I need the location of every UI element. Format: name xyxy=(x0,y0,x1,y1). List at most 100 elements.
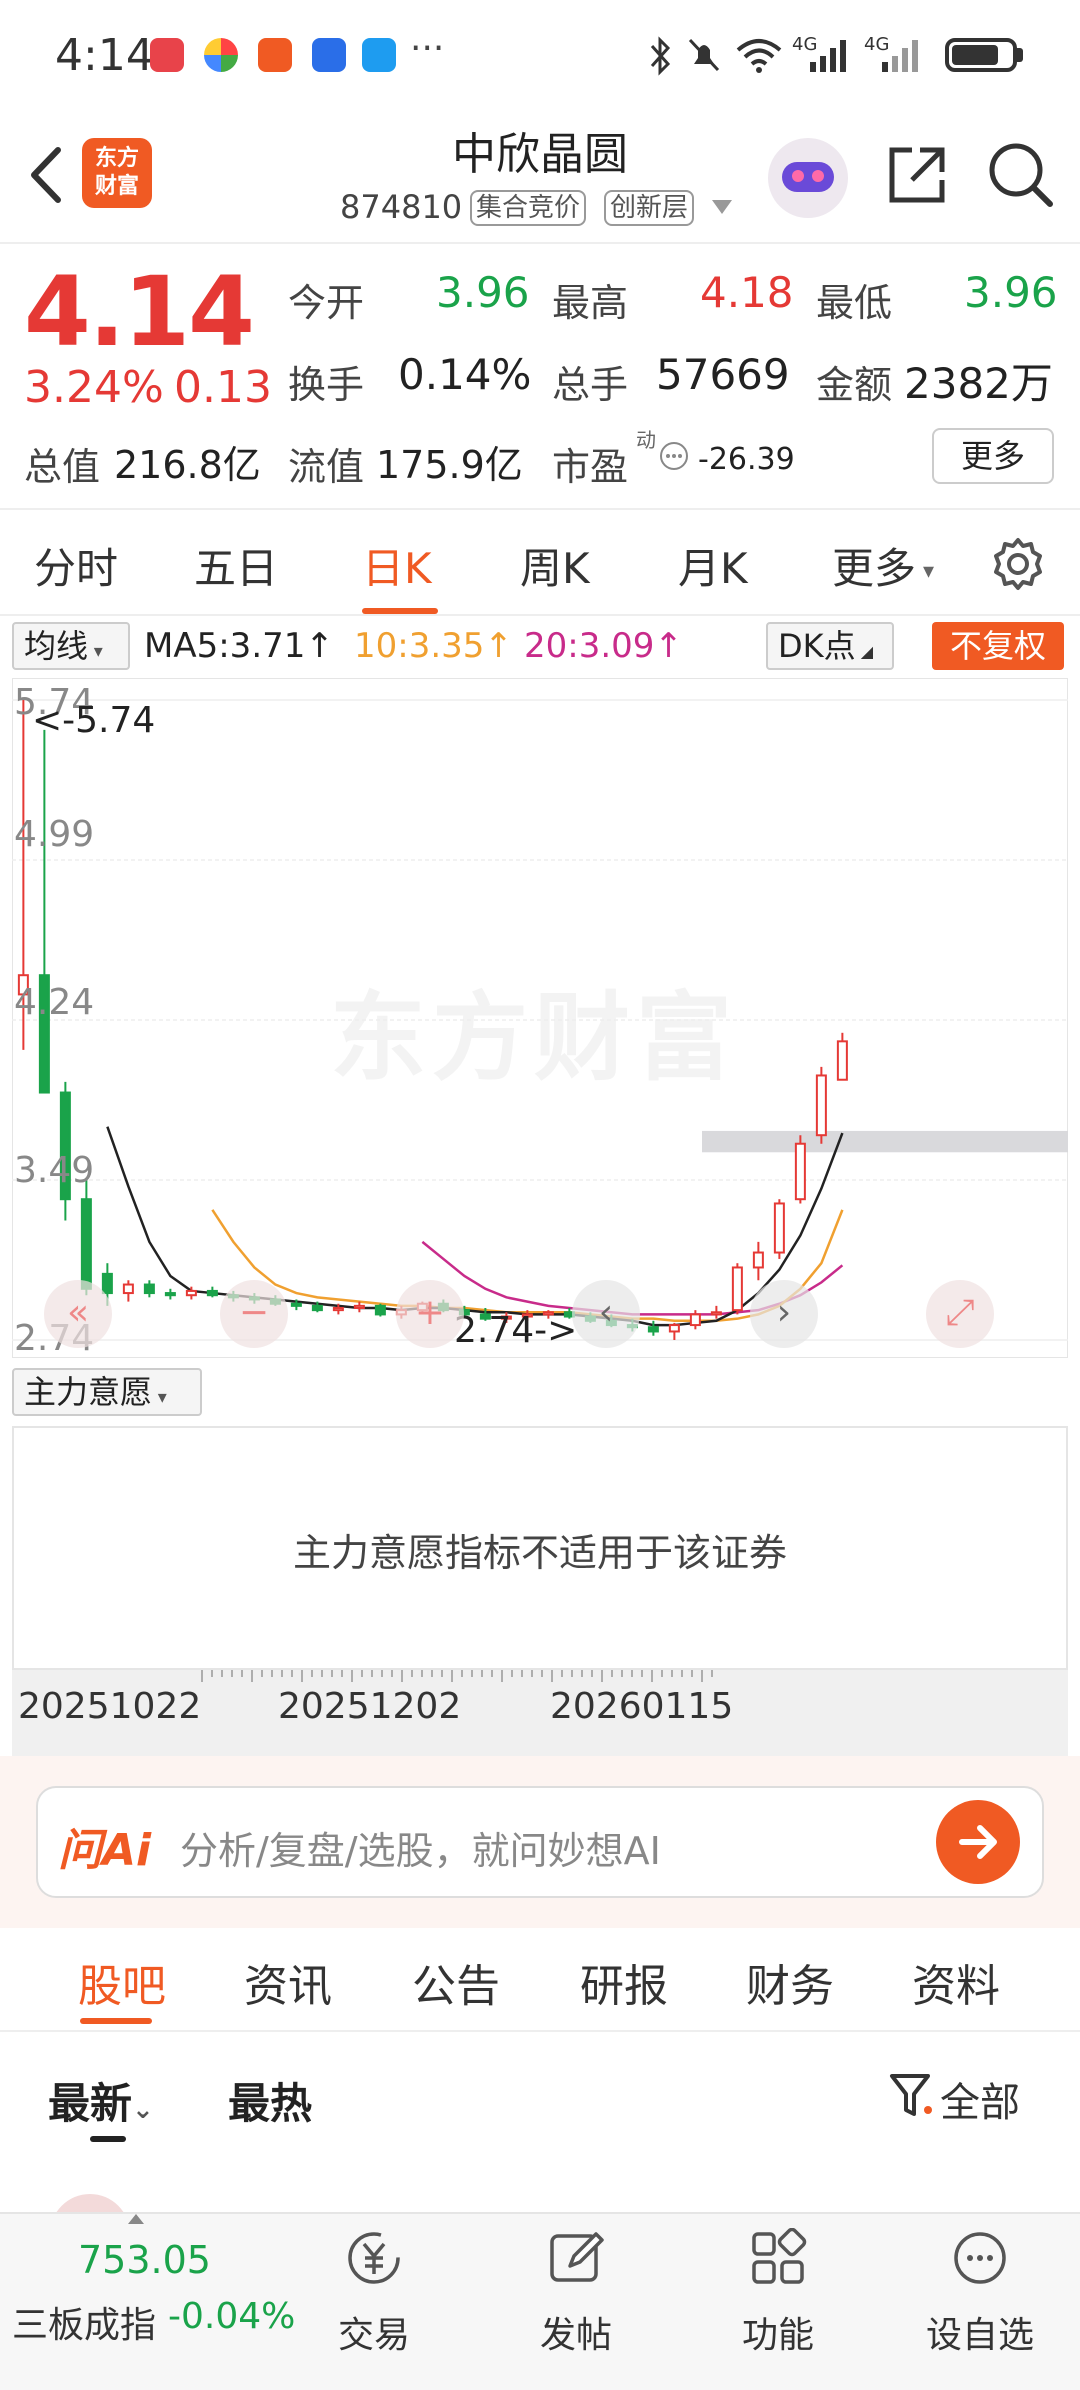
change-value: 0.13 xyxy=(174,362,272,413)
sort-latest[interactable]: 最新⌄ xyxy=(48,2070,154,2131)
ma10-up-arrow-icon: ↑ xyxy=(484,626,513,666)
tab-monthly-k[interactable]: 月K xyxy=(678,535,748,596)
scroll-left-double-icon[interactable]: « xyxy=(44,1280,112,1348)
y-tick-3.49: 3.49 xyxy=(14,1150,95,1191)
ma5-text: MA5:3.71 xyxy=(144,626,306,666)
candle-body xyxy=(80,1198,92,1290)
shield-app-icon xyxy=(312,38,346,72)
float-value: 175.9亿 xyxy=(376,443,523,487)
info-tab-underline xyxy=(80,2018,152,2024)
candle-body xyxy=(731,1266,743,1312)
turnover-label: 换手 xyxy=(288,363,365,407)
signal2-icon xyxy=(882,40,918,72)
sort-hot[interactable]: 最热 xyxy=(228,2070,312,2131)
dropdown-triangle-icon[interactable] xyxy=(712,200,732,214)
candle-body xyxy=(374,1304,386,1316)
index-name[interactable]: 三板成指 xyxy=(12,2296,156,2348)
colorful-app-icon xyxy=(204,38,238,72)
info-dots-icon[interactable] xyxy=(658,440,690,472)
open-label: 今开 xyxy=(288,281,365,325)
tab-more-periods[interactable]: 更多 ▾ xyxy=(832,535,934,596)
bluetooth-icon xyxy=(650,36,671,76)
float-label: 流值 xyxy=(288,445,365,489)
status-time: 4:14 xyxy=(55,30,154,81)
ai-logo: 问Ai xyxy=(58,1825,152,1876)
candle-body xyxy=(122,1283,134,1295)
info-tabs-divider xyxy=(0,2030,1080,2032)
tag-auction: 集合竞价 xyxy=(470,190,587,226)
index-change: -0.04% xyxy=(168,2296,296,2337)
zoom-out-icon[interactable]: − xyxy=(220,1280,288,1348)
search-icon[interactable] xyxy=(986,140,1056,210)
partial-post-preview xyxy=(50,2190,1050,2214)
tab-five-day[interactable]: 五日 xyxy=(194,535,278,596)
wifi-icon xyxy=(736,39,782,73)
nav-functions[interactable]: 功能 xyxy=(708,2306,848,2358)
indicator-selector[interactable]: 主力意愿 ▾ xyxy=(12,1368,202,1416)
post-edit-icon[interactable] xyxy=(546,2228,606,2288)
high-value: 4.18 xyxy=(700,268,794,317)
index-expand-icon[interactable] xyxy=(128,2214,144,2224)
tab-research[interactable]: 研报 xyxy=(580,1950,668,2014)
fullscreen-expand-icon[interactable]: ⤢ xyxy=(926,1280,994,1348)
tab-news[interactable]: 资讯 xyxy=(244,1950,332,2014)
filter-icon[interactable] xyxy=(888,2070,936,2122)
candle-body xyxy=(311,1304,323,1312)
filter-all[interactable]: 全部 xyxy=(940,2070,1020,2128)
ai-submit-button[interactable] xyxy=(936,1800,1020,1884)
y-tick-4.99: 4.99 xyxy=(14,814,95,855)
ma5-value: MA5:3.71↑ xyxy=(144,626,334,666)
dk-point-selector[interactable]: DK点 ◢ xyxy=(766,622,894,670)
pe-label: 市盈 xyxy=(552,445,629,489)
tab-financials[interactable]: 财务 xyxy=(746,1950,834,2014)
candle-body xyxy=(101,1272,113,1295)
adjust-button[interactable]: 不复权 xyxy=(932,622,1064,670)
quote-divider xyxy=(0,508,1080,510)
tab-daily-k[interactable]: 日K xyxy=(362,535,432,596)
nav-trade[interactable]: 交易 xyxy=(304,2306,444,2358)
indicator-message: 主力意愿指标不适用于该证券 xyxy=(292,1531,787,1575)
trade-yen-icon[interactable] xyxy=(344,2228,404,2288)
indicator-label: 主力意愿 xyxy=(24,1373,153,1411)
high-label: 最高 xyxy=(552,281,629,325)
add-watchlist-icon[interactable] xyxy=(950,2228,1010,2288)
candle-body xyxy=(164,1292,176,1297)
functions-grid-icon[interactable] xyxy=(748,2228,808,2288)
k-line-chart[interactable] xyxy=(12,678,1068,1358)
ma5-up-arrow-icon: ↑ xyxy=(305,626,334,666)
index-value[interactable]: 753.05 xyxy=(78,2238,211,2282)
candle-body xyxy=(836,1040,848,1081)
arrow-right-icon xyxy=(959,1825,997,1859)
ai-input-placeholder[interactable]: 分析/复盘/选股，就问妙想AI xyxy=(180,1820,661,1875)
tab-announcements[interactable]: 公告 xyxy=(412,1950,500,2014)
status-bar: 4:14 ··· 4G 4G xyxy=(0,0,1080,110)
more-quote-button[interactable]: 更多 xyxy=(932,428,1054,484)
sort-latest-label: 最新 xyxy=(48,2079,133,2128)
ma-selector[interactable]: 均线 ▾ xyxy=(12,622,130,670)
max-price-label: <-5.74 xyxy=(32,700,156,741)
candle-body xyxy=(353,1304,365,1309)
chart-frame xyxy=(12,678,1068,1358)
nav-add-watchlist[interactable]: 设自选 xyxy=(910,2306,1050,2358)
tab-profile[interactable]: 资料 xyxy=(912,1950,1000,2014)
candle-body xyxy=(752,1251,764,1269)
prev-candle-icon[interactable]: ‹ xyxy=(572,1280,640,1348)
indicator-caret-icon: ▾ xyxy=(152,1387,167,1408)
share-icon[interactable] xyxy=(884,142,950,208)
tab-weekly-k[interactable]: 周K xyxy=(520,535,590,596)
settings-gear-icon[interactable] xyxy=(990,536,1046,592)
mktcap-label: 总值 xyxy=(24,445,101,489)
tab-forum[interactable]: 股吧 xyxy=(78,1950,166,2014)
candle-body xyxy=(332,1307,344,1312)
change-percent: 3.24% xyxy=(24,362,164,413)
sort-underline xyxy=(90,2136,126,2142)
candle-body xyxy=(773,1202,785,1254)
stock-code: 874810 xyxy=(340,188,463,226)
next-candle-icon[interactable]: › xyxy=(750,1280,818,1348)
nav-post[interactable]: 发帖 xyxy=(506,2306,646,2358)
ma10-value: 10:3.35↑ xyxy=(354,626,513,666)
tab-intraday[interactable]: 分时 xyxy=(34,535,118,596)
candle-body xyxy=(647,1326,659,1333)
post-avatar xyxy=(50,2194,130,2214)
zoom-in-icon[interactable]: + xyxy=(396,1280,464,1348)
